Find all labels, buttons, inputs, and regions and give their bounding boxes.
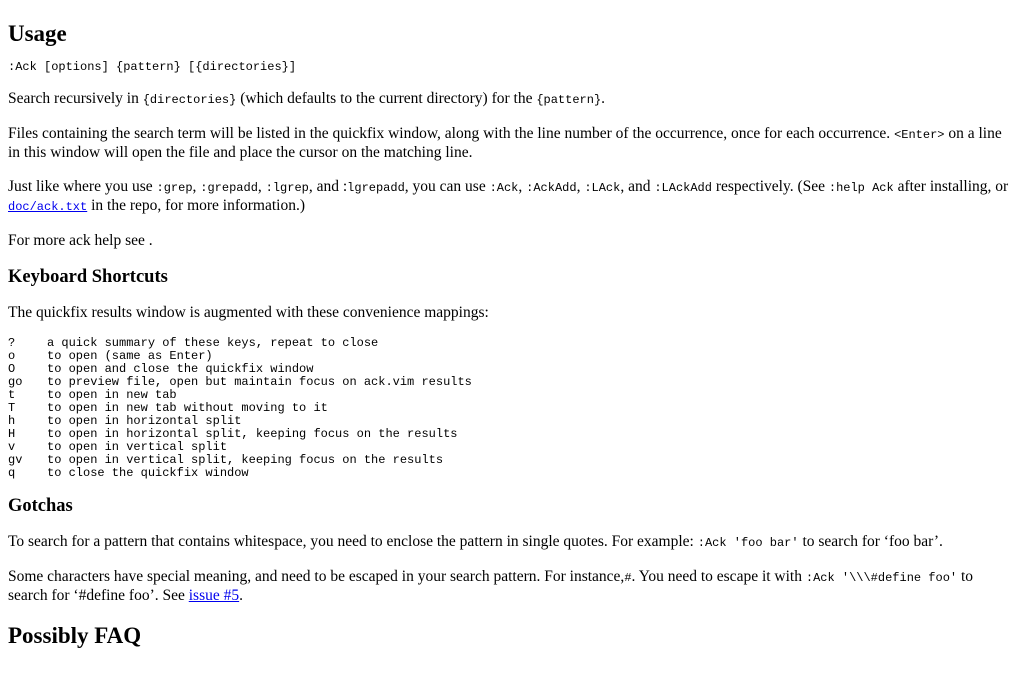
possibly-faq-heading: Possibly FAQ (8, 623, 142, 648)
gotchas-heading: Gotchas (8, 496, 73, 516)
shortcut-description: to close the quickfix window (47, 466, 249, 480)
gotchas-paragraph-2: Some characters have special meaning, an… (8, 568, 974, 604)
readme-document: Usage :Ack [options] {pattern} [{directo… (0, 0, 1024, 649)
usage-paragraph-3: Just like where you use :grep, :grepadd,… (8, 178, 1009, 214)
usage-paragraph-1: Search recursively in {directories} (whi… (8, 90, 606, 107)
shortcut-row: q to close the quickfix window (8, 467, 1016, 480)
gotchas-paragraph-1: To search for a pattern that contains wh… (8, 533, 943, 550)
usage-synopsis: :Ack [options] {pattern} [{directories}] (8, 60, 297, 74)
keyboard-shortcuts-heading: Keyboard Shortcuts (8, 267, 168, 287)
doc-ack-txt-link[interactable]: doc/ack.txt (8, 200, 87, 214)
issue-5-link[interactable]: issue #5 (189, 587, 239, 604)
shortcut-list: ? a quick summary of these keys, repeat t… (8, 337, 1016, 480)
pattern-code: {pattern} (536, 93, 602, 107)
ack-define-foo-code: :Ack '\\\#define foo' (805, 571, 958, 585)
ack-foo-bar-code: :Ack 'foo bar' (697, 536, 799, 550)
usage-paragraph-4: For more ack help see . (8, 232, 153, 249)
enter-key-code: <Enter> (894, 128, 945, 142)
directories-code: {directories} (142, 93, 237, 107)
usage-paragraph-2: Files containing the search term will be… (8, 125, 1002, 161)
shortcut-key: q (8, 466, 16, 480)
shortcuts-intro: The quickfix results window is augmented… (8, 304, 489, 321)
usage-heading: Usage (8, 21, 67, 46)
